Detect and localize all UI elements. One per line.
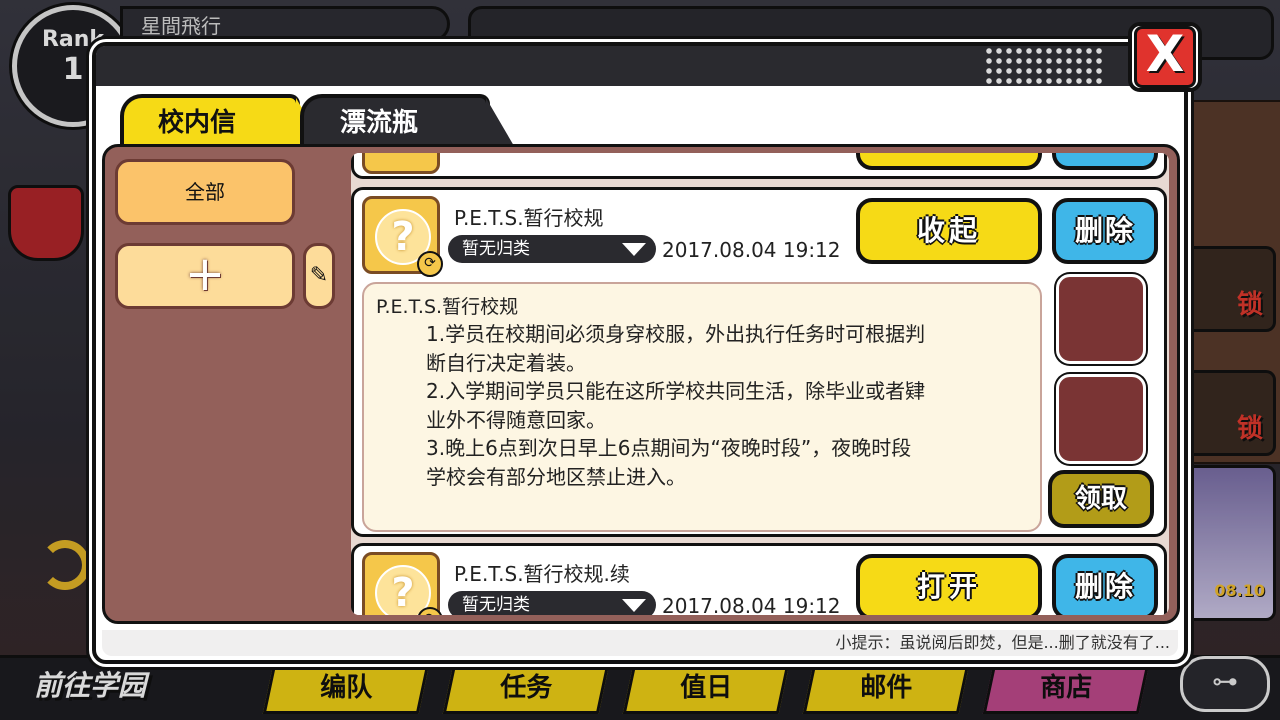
category-select[interactable]: 暂无归类 xyxy=(448,591,656,615)
tip-text: 小提示：虽说阅后即焚，但是...删了就没有了... xyxy=(102,630,1178,656)
mail-list[interactable]: ? ⟳ P.E.T.S.暂行校规 暂无归类 2017.08.04 19:12 收… xyxy=(351,153,1169,615)
partial-delete-button[interactable] xyxy=(1052,153,1158,170)
mail-date: 2017.08.04 19:12 xyxy=(662,594,841,615)
delete-button[interactable]: 删除 xyxy=(1052,554,1158,615)
attachment-slot xyxy=(1056,274,1146,364)
mail-item-partial[interactable] xyxy=(351,153,1167,179)
category-all-button[interactable]: 全部 xyxy=(115,159,295,225)
sync-icon: ⟳ xyxy=(417,251,443,277)
mail-icon: ? ⟳ xyxy=(362,552,443,615)
mail-item-expanded[interactable]: ? ⟳ P.E.T.S.暂行校规 暂无归类 2017.08.04 19:12 收… xyxy=(351,187,1167,537)
halftone-decoration xyxy=(984,46,1104,86)
close-icon: X xyxy=(1134,26,1196,88)
body-line: 1.学员在校期间必须身穿校服，外出执行任务时可根据判 xyxy=(426,322,926,346)
mail-body-text: 1.学员在校期间必须身穿校服，外出执行任务时可根据判 断自行决定着装。 2.入学… xyxy=(426,320,1036,491)
collapse-button[interactable]: 收起 xyxy=(856,198,1042,264)
category-select-value: 暂无归类 xyxy=(462,595,530,615)
mail-date: 2017.08.04 19:12 xyxy=(662,238,841,262)
mail-body: P.E.T.S.暂行校规 1.学员在校期间必须身穿校服，外出执行任务时可根据判 … xyxy=(362,282,1042,532)
mail-item[interactable]: ? ⟳ P.E.T.S.暂行校规.续 暂无归类 2017.08.04 19:12… xyxy=(351,543,1167,615)
chevron-down-icon xyxy=(622,599,646,612)
partial-yellow-button[interactable] xyxy=(856,153,1042,170)
mail-dialog: 校内信 漂流瓶 全部 + ✎ ? ⟳ P.E.T.S.暂行校规 暂无归类 201… xyxy=(92,42,1188,664)
claim-button[interactable]: 领取 xyxy=(1048,470,1154,528)
body-line: 业外不得随意回家。 xyxy=(426,407,606,432)
tab-drift-bottle[interactable]: 漂流瓶 xyxy=(300,94,514,146)
mail-panel: 全部 + ✎ ? ⟳ P.E.T.S.暂行校规 暂无归类 2017.08.04 … xyxy=(102,144,1180,624)
add-category-button[interactable]: + xyxy=(115,243,295,309)
body-line: 断自行决定着装。 xyxy=(426,350,586,375)
attachment-slot xyxy=(1056,374,1146,464)
mail-title: P.E.T.S.暂行校规.续 xyxy=(454,562,630,586)
body-line: 学校会有部分地区禁止进入。 xyxy=(426,464,686,489)
mail-icon xyxy=(362,153,440,174)
delete-button[interactable]: 删除 xyxy=(1052,198,1158,264)
mail-title: P.E.T.S.暂行校规 xyxy=(454,206,604,230)
close-button[interactable]: X xyxy=(1128,22,1202,92)
body-line: 2.入学期间学员只能在这所学校共同生活，除毕业或者肄 xyxy=(426,379,926,403)
edit-category-button[interactable]: ✎ xyxy=(303,243,335,309)
open-button[interactable]: 打开 xyxy=(856,554,1042,615)
question-icon: ? xyxy=(375,565,431,615)
mail-icon: ? ⟳ xyxy=(362,196,443,277)
dialog-header xyxy=(96,46,1184,86)
mail-body-title: P.E.T.S.暂行校规 xyxy=(376,296,519,318)
tab-school-mail[interactable]: 校内信 xyxy=(120,94,324,146)
category-select-value: 暂无归类 xyxy=(462,239,530,259)
category-select[interactable]: 暂无归类 xyxy=(448,235,656,263)
chevron-down-icon xyxy=(622,243,646,256)
body-line: 3.晚上6点到次日早上6点期间为“夜晚时段”，夜晚时段 xyxy=(426,436,912,460)
